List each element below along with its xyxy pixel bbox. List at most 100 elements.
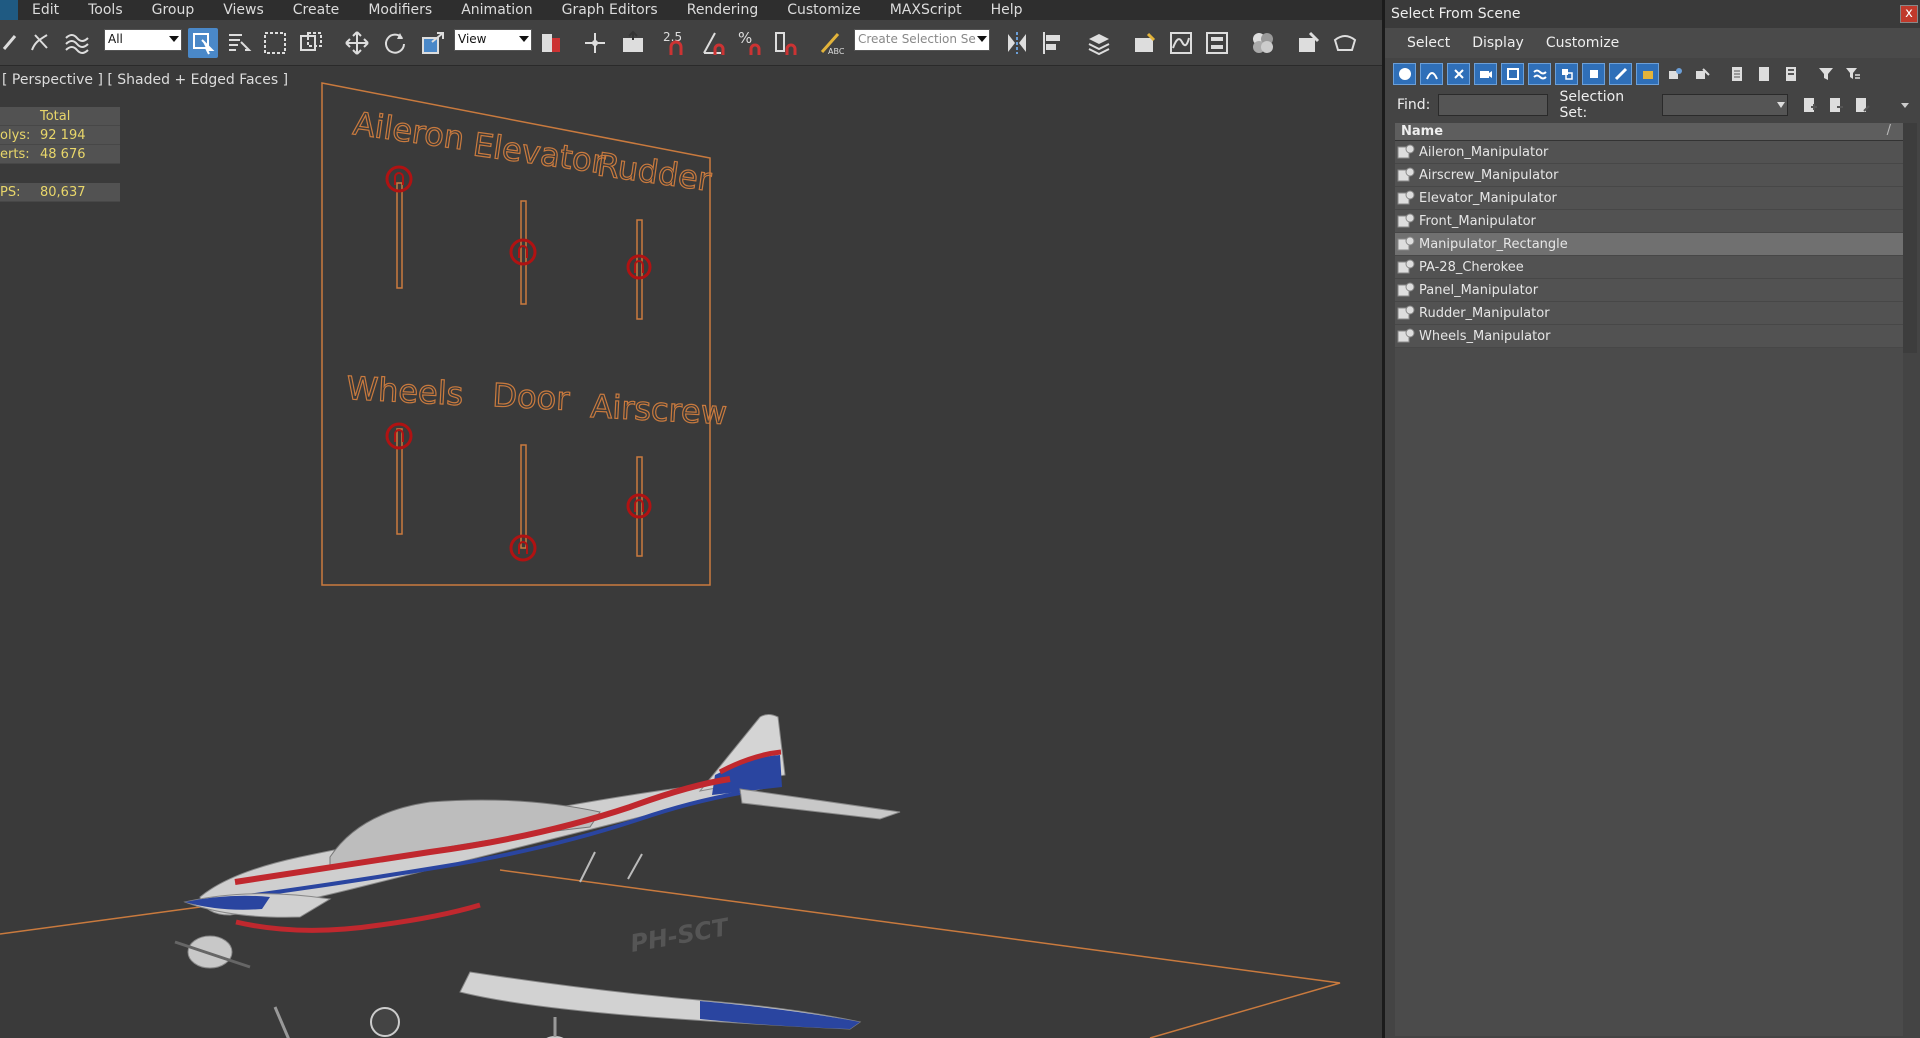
window-crossing-icon[interactable] (296, 28, 326, 58)
link-icon[interactable] (0, 28, 22, 58)
move-icon[interactable] (342, 28, 372, 58)
menu-modifiers[interactable]: Modifiers (354, 0, 447, 20)
display-hidden-icon[interactable] (1690, 63, 1713, 85)
display-geometry-icon[interactable] (1393, 63, 1416, 85)
edit-named-selection-icon[interactable]: ABC (816, 28, 846, 58)
list-item[interactable]: Rudder_Manipulator (1395, 302, 1903, 325)
rectangular-selection-icon[interactable] (260, 28, 290, 58)
manipulator-object-icon (1397, 190, 1415, 205)
menu-views[interactable]: Views (209, 0, 279, 20)
manipulator-object-icon (1397, 282, 1415, 297)
menu-animation[interactable]: Animation (447, 0, 547, 20)
dialog-menu-display[interactable]: Display (1472, 35, 1524, 51)
list-item-selected[interactable]: Manipulator_Rectangle (1395, 233, 1903, 256)
display-all-icon[interactable] (1725, 63, 1748, 85)
menu-maxscript[interactable]: MAXScript (876, 0, 977, 20)
menu-group[interactable]: Group (138, 0, 210, 20)
dialog-options-chevron-icon[interactable] (1894, 94, 1916, 116)
selection-set-dropdown[interactable] (1661, 94, 1789, 116)
menu-graph-editors[interactable]: Graph Editors (548, 0, 673, 20)
menu-rendering[interactable]: Rendering (673, 0, 774, 20)
display-invert-icon[interactable] (1779, 63, 1802, 85)
render-setup-icon[interactable] (1294, 28, 1324, 58)
pivot-center-icon[interactable] (536, 28, 566, 58)
close-icon[interactable]: x (1900, 5, 1918, 23)
menu-tools[interactable]: Tools (74, 0, 138, 20)
rudder-manipulator-handle[interactable] (626, 254, 652, 280)
elevator-manipulator-handle[interactable] (509, 238, 537, 266)
perspective-viewport[interactable]: [ Perspective ] [ Shaded + Edged Faces ]… (0, 67, 1382, 1038)
dialog-menu-customize[interactable]: Customize (1546, 35, 1620, 51)
curve-editor-icon[interactable] (1166, 28, 1196, 58)
graphite-modeling-tools-icon[interactable] (1130, 28, 1160, 58)
mirror-icon[interactable] (1002, 28, 1032, 58)
list-item[interactable]: Panel_Manipulator (1395, 279, 1903, 302)
display-lights-icon[interactable] (1447, 63, 1470, 85)
list-item[interactable]: Airscrew_Manipulator (1395, 164, 1903, 187)
display-xrefs-icon[interactable] (1582, 63, 1605, 85)
display-space-warps-icon[interactable] (1528, 63, 1551, 85)
menu-edit[interactable]: Edit (18, 0, 74, 20)
selection-filter-dropdown[interactable]: All (104, 29, 182, 51)
display-shapes-icon[interactable] (1420, 63, 1443, 85)
create-selection-set-icon[interactable] (1798, 94, 1820, 116)
display-groups-icon[interactable] (1555, 63, 1578, 85)
menu-customize[interactable]: Customize (773, 0, 876, 20)
menu-bar: Edit Tools Group Views Create Modifiers … (0, 0, 1382, 20)
reference-coordinate-dropdown[interactable]: View (454, 29, 532, 51)
named-selection-set-dropdown[interactable]: Create Selection Se (854, 29, 990, 51)
material-editor-icon[interactable] (1248, 28, 1278, 58)
schematic-view-icon[interactable] (1202, 28, 1232, 58)
percent-snap-icon[interactable]: % (736, 28, 766, 58)
unlink-icon[interactable] (26, 28, 54, 58)
main-toolbar: All View 2.5 % ABC Create Selection Se (0, 20, 1382, 66)
airscrew-manipulator-handle[interactable] (626, 493, 652, 519)
snaps-toggle-icon[interactable]: 2.5 (660, 28, 694, 58)
wheels-manipulator-handle[interactable] (385, 422, 413, 450)
list-item-name: Aileron_Manipulator (1419, 144, 1549, 160)
scale-icon[interactable] (418, 28, 448, 58)
list-item[interactable]: PA-28_Cherokee (1395, 256, 1903, 279)
menu-create[interactable]: Create (279, 0, 355, 20)
filter-options-icon[interactable] (1841, 63, 1864, 85)
list-item[interactable]: Front_Manipulator (1395, 210, 1903, 233)
edit-selection-set-icon[interactable] (1851, 94, 1873, 116)
display-frozen-icon[interactable] (1663, 63, 1686, 85)
rotate-icon[interactable] (380, 28, 410, 58)
list-item[interactable]: Wheels_Manipulator (1395, 325, 1903, 348)
dialog-title-bar[interactable]: Select From Scene x (1385, 0, 1920, 28)
angle-snap-icon[interactable] (700, 28, 730, 58)
delete-selection-set-icon[interactable] (1825, 94, 1847, 116)
menu-help[interactable]: Help (977, 0, 1038, 20)
display-bones-icon[interactable] (1609, 63, 1632, 85)
find-row: Find: Selection Set: (1385, 89, 1920, 121)
list-scrollbar[interactable] (1903, 123, 1917, 353)
app-icon[interactable] (0, 0, 18, 20)
aileron-manipulator-handle[interactable] (385, 165, 413, 193)
spinner-snap-icon[interactable] (772, 28, 802, 58)
rendered-frame-window-icon[interactable] (1330, 28, 1360, 58)
pa28-cherokee-model[interactable]: PH-SCT (174, 714, 901, 1038)
manipulator-panel[interactable]: Aileron Elevator Rudder Wheels Door Airs… (321, 82, 728, 586)
dialog-menu-select[interactable]: Select (1407, 35, 1450, 51)
find-input[interactable] (1438, 94, 1548, 116)
select-by-name-icon[interactable] (224, 28, 254, 58)
select-object-icon[interactable] (188, 28, 218, 58)
display-helpers-icon[interactable] (1501, 63, 1524, 85)
list-item-name: Panel_Manipulator (1419, 282, 1539, 298)
display-containers-icon[interactable] (1636, 63, 1659, 85)
name-column-header[interactable]: Name / (1395, 123, 1903, 141)
manipulator-object-icon (1397, 236, 1415, 251)
scene-object-list: Aileron_Manipulator Airscrew_Manipulator… (1395, 141, 1903, 1036)
align-icon[interactable] (1038, 28, 1068, 58)
filter-icon[interactable] (1814, 63, 1837, 85)
layer-manager-icon[interactable] (1084, 28, 1114, 58)
bind-space-warp-icon[interactable] (62, 28, 92, 58)
select-manipulate-icon[interactable] (580, 28, 610, 58)
keyboard-shortcut-override-icon[interactable] (618, 28, 648, 58)
list-item[interactable]: Aileron_Manipulator (1395, 141, 1903, 164)
list-item-name: PA-28_Cherokee (1419, 259, 1524, 275)
display-cameras-icon[interactable] (1474, 63, 1497, 85)
list-item[interactable]: Elevator_Manipulator (1395, 187, 1903, 210)
display-none-icon[interactable] (1752, 63, 1775, 85)
